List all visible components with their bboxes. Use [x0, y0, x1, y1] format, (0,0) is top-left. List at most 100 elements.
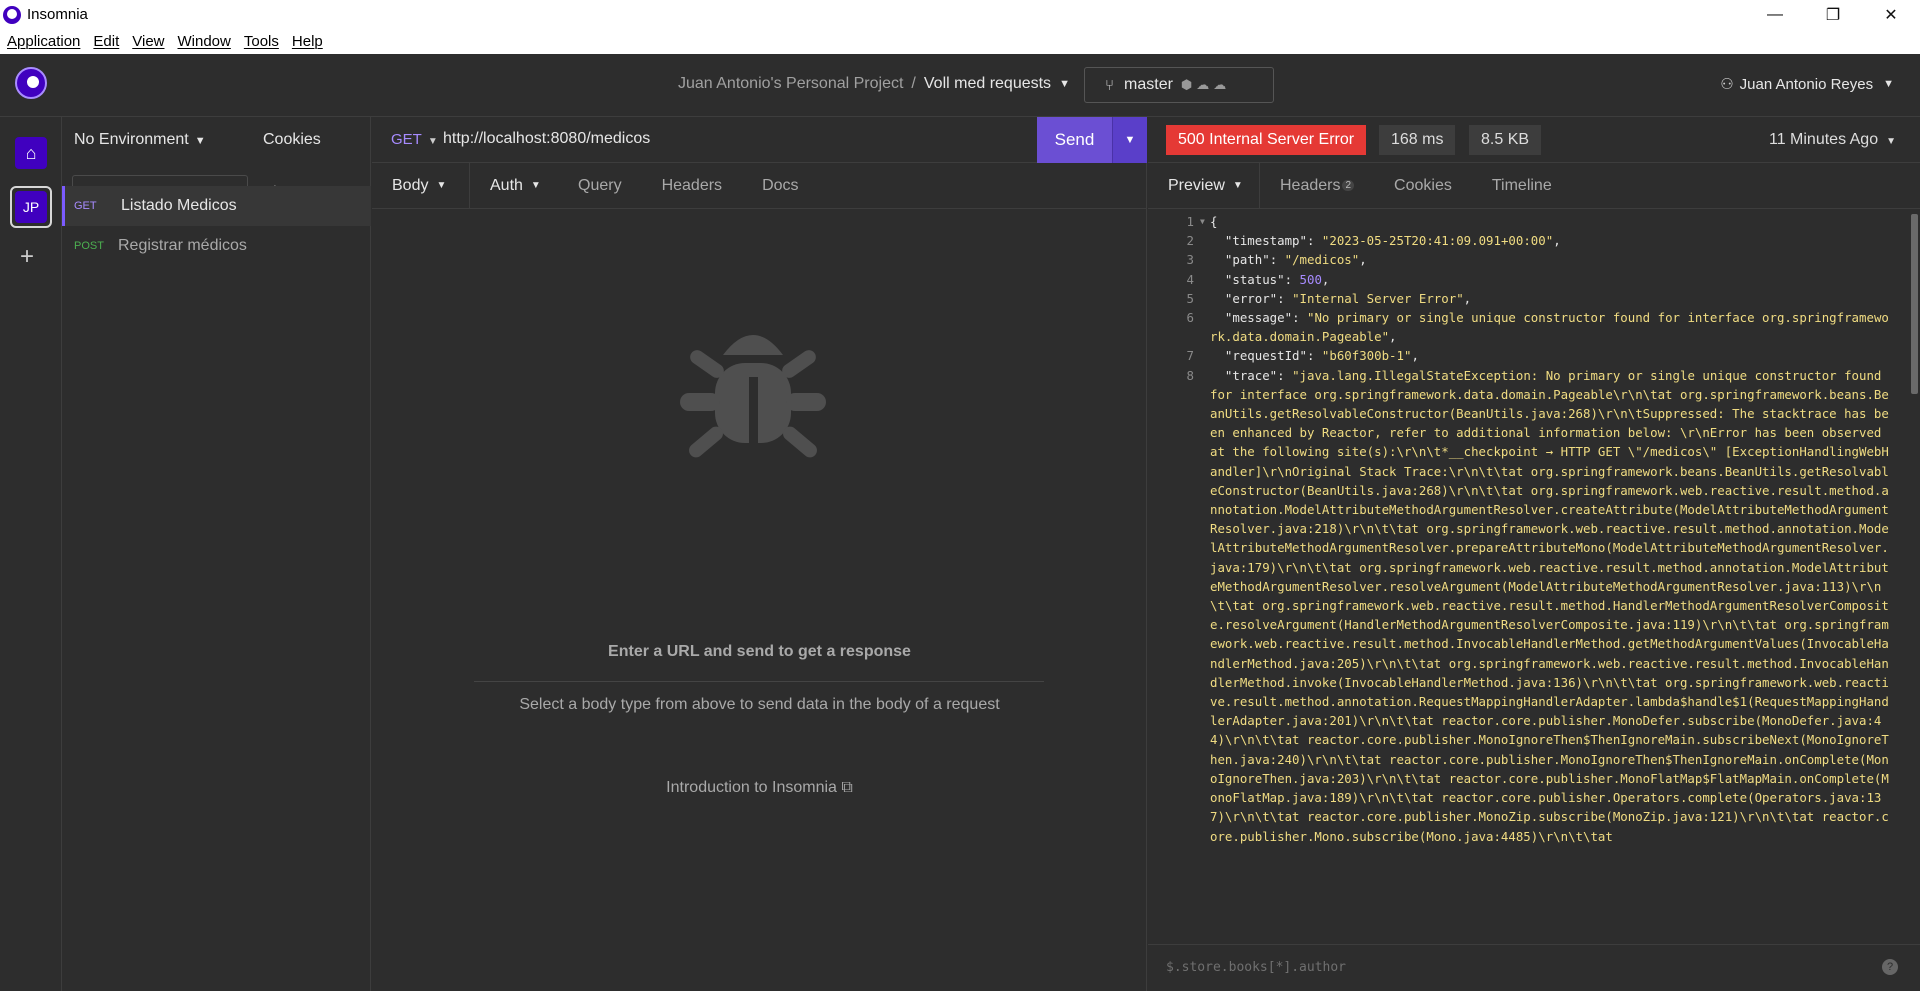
app-header: Juan Antonio's Personal Project / Voll m…	[0, 54, 1920, 117]
menu-help[interactable]: Help	[292, 33, 323, 50]
intro-link-label: Introduction to Insomnia	[666, 779, 837, 796]
response-filter-bar: $.store.books[*].author ?	[1148, 944, 1920, 991]
home-icon[interactable]: ⌂	[15, 137, 47, 169]
workspace-avatar[interactable]: JP	[10, 186, 52, 228]
response-filter-input[interactable]: $.store.books[*].author	[1166, 960, 1346, 975]
response-tabs: Preview ▼ Headers 2 Cookies Timeline	[1148, 163, 1920, 209]
branch-icon: ⑂	[1105, 76, 1115, 94]
code-line: 2 "timestamp": "2023-05-25T20:41:09.091+…	[1186, 233, 1561, 249]
cookies-button[interactable]: Cookies	[263, 131, 321, 149]
branch-name: master	[1124, 76, 1173, 93]
code-line: 8 "trace": "java.lang.IllegalStateExcept…	[1186, 367, 1889, 844]
workspace-initials: JP	[15, 191, 47, 223]
json-timestamp: 2023-05-25T20:41:09.091+00:00	[1329, 233, 1546, 249]
headers-count-badge: 2	[1342, 180, 1355, 191]
code-line: 5 "error": "Internal Server Error",	[1186, 290, 1472, 306]
url-bar: GET ▼ http://localhost:8080/medicos Send …	[372, 117, 1147, 163]
tab-response-cookies[interactable]: Cookies	[1374, 163, 1472, 208]
code-line: 4 "status": 500,	[1186, 271, 1330, 287]
code-line: 3 "path": "/medicos",	[1186, 252, 1367, 268]
menu-tools[interactable]: Tools	[244, 33, 279, 50]
minimize-button[interactable]: —	[1746, 0, 1804, 29]
chevron-down-icon: ▼	[530, 180, 541, 191]
status-badge: 500 Internal Server Error	[1166, 125, 1367, 155]
external-link-icon: ⧉	[841, 779, 853, 796]
tab-preview[interactable]: Preview ▼	[1148, 163, 1260, 208]
request-method: POST	[74, 240, 104, 252]
sidebar-request-registrar-medicos[interactable]: POST Registrar médicos	[62, 226, 371, 266]
menu-window[interactable]: Window	[178, 33, 231, 50]
intro-link[interactable]: Introduction to Insomnia ⧉	[372, 779, 1147, 797]
tab-preview-label: Preview	[1168, 176, 1225, 194]
code-line: 1 ▼{	[1186, 214, 1218, 229]
tab-timeline[interactable]: Timeline	[1472, 163, 1572, 208]
method-dropdown[interactable]: GET ▼	[391, 131, 438, 148]
chevron-down-icon: ▼	[436, 180, 447, 191]
code-line: 6 "message": "No primary or single uniqu…	[1186, 310, 1889, 345]
url-input[interactable]: http://localhost:8080/medicos	[443, 130, 650, 148]
json-request-id: b60f300b-1	[1329, 348, 1404, 364]
code-line: 7 "requestId": "b60f300b-1",	[1186, 348, 1419, 364]
request-tabs: Body ▼ Auth ▼ Query Headers Docs	[372, 163, 1147, 209]
json-status: 500	[1299, 271, 1322, 287]
history-label: 11 Minutes Ago	[1768, 131, 1879, 148]
tab-response-headers[interactable]: Headers 2	[1260, 163, 1374, 208]
chevron-down-icon: ▼	[194, 135, 206, 147]
sidebar-request-listado-medicos[interactable]: GET Listado Medicos	[62, 186, 371, 226]
response-preview[interactable]: 1 ▼{ 2 "timestamp": "2023-05-25T20:41:09.…	[1148, 212, 1906, 939]
response-pane: 500 Internal Server Error 168 ms 8.5 KB …	[1148, 117, 1920, 991]
chevron-down-icon: ▼	[1886, 136, 1896, 147]
tab-auth-label: Auth	[490, 176, 523, 194]
method-label: GET	[391, 131, 422, 148]
request-pane: GET ▼ http://localhost:8080/medicos Send …	[372, 117, 1147, 991]
send-options-button[interactable]: ▼	[1112, 117, 1147, 163]
scrollbar-thumb[interactable]	[1911, 214, 1918, 394]
size-badge: 8.5 KB	[1469, 125, 1542, 155]
cloud-icon: ⬢☁☁	[1180, 77, 1231, 92]
sidebar: No Environment▼ Cookies ▲▼ ⊕ ▾ GET Lista…	[62, 117, 371, 991]
tab-body[interactable]: Body ▼	[372, 163, 470, 208]
chevron-down-icon: ▼	[1232, 180, 1243, 191]
tab-query[interactable]: Query	[558, 163, 642, 208]
menu-bar: Application Edit View Window Tools Help	[0, 29, 1920, 54]
tab-auth[interactable]: Auth ▼	[470, 163, 558, 208]
close-button[interactable]: ✕	[1862, 0, 1920, 29]
window-controls: — ❐ ✕	[1746, 0, 1920, 29]
time-badge: 168 ms	[1379, 125, 1456, 155]
environment-label: No Environment	[74, 131, 189, 148]
title-bar: Insomnia — ❐ ✕	[0, 0, 1920, 29]
breadcrumb-collection[interactable]: Voll med requests	[924, 75, 1051, 93]
menu-edit[interactable]: Edit	[93, 33, 119, 50]
bug-icon	[680, 335, 826, 458]
breadcrumb: Juan Antonio's Personal Project / Voll m…	[678, 75, 1070, 93]
send-button[interactable]: Send	[1037, 117, 1112, 163]
request-method: GET	[74, 200, 97, 212]
response-bar: 500 Internal Server Error 168 ms 8.5 KB …	[1148, 117, 1920, 163]
left-rail: ⌂ JP +	[0, 117, 62, 991]
chevron-down-icon: ▼	[427, 136, 438, 147]
window-title: Insomnia	[27, 6, 88, 23]
environment-dropdown[interactable]: No Environment ▼	[74, 131, 206, 149]
menu-application[interactable]: Application	[7, 33, 80, 50]
response-scrollbar[interactable]	[1908, 212, 1920, 939]
help-icon[interactable]: ?	[1882, 959, 1898, 975]
menu-view[interactable]: View	[132, 33, 164, 50]
user-icon: ⚇	[1720, 76, 1734, 93]
tab-docs[interactable]: Docs	[742, 163, 818, 208]
empty-state-title: Enter a URL and send to get a response	[608, 643, 911, 660]
history-dropdown[interactable]: 11 Minutes Ago ▼	[1769, 131, 1896, 149]
json-trace: java.lang.IllegalStateException: No prim…	[1210, 367, 1889, 844]
tab-headers[interactable]: Headers	[642, 163, 742, 208]
chevron-down-icon[interactable]: ▼	[1059, 78, 1070, 90]
chevron-down-icon: ▼	[1883, 78, 1894, 90]
breadcrumb-separator: /	[911, 75, 916, 92]
request-name: Listado Medicos	[121, 197, 237, 214]
plus-icon[interactable]: +	[20, 243, 34, 271]
restore-button[interactable]: ❐	[1804, 0, 1862, 29]
branch-button[interactable]: ⑂ master ⬢☁☁	[1084, 67, 1274, 103]
user-name: Juan Antonio Reyes	[1739, 75, 1874, 93]
insomnia-logo-icon[interactable]	[15, 67, 47, 99]
breadcrumb-project[interactable]: Juan Antonio's Personal Project	[678, 75, 903, 93]
divider	[474, 681, 1044, 682]
user-menu[interactable]: ⚇ Juan Antonio Reyes ▼	[1720, 75, 1894, 94]
